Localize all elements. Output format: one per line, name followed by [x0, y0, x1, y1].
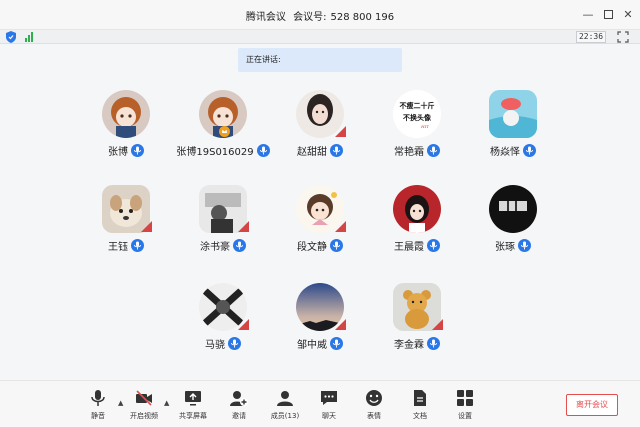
- status-bar: 22:36: [0, 30, 640, 44]
- share-screen-button[interactable]: 共享屏幕: [173, 389, 213, 421]
- avatar-text-line3: HIT: [420, 124, 429, 129]
- avatar: [489, 185, 537, 233]
- microphone-icon[interactable]: [330, 239, 343, 252]
- meeting-clock: 22:36: [576, 31, 606, 43]
- start-video-label: 开启视频: [130, 412, 158, 420]
- tag-icon: [432, 319, 443, 330]
- invite-button[interactable]: 邀请: [219, 389, 259, 421]
- speaking-banner: 正在讲话:: [238, 48, 402, 72]
- close-icon[interactable]: ✕: [620, 6, 636, 22]
- share-screen-label: 共享屏幕: [179, 412, 207, 420]
- members-icon: [277, 391, 293, 406]
- invite-label: 邀请: [232, 412, 246, 420]
- host-badge-icon: [219, 126, 230, 137]
- avatar: [393, 185, 441, 233]
- members-button[interactable]: 成员(13): [265, 389, 305, 421]
- microphone-icon: [91, 390, 105, 406]
- emoji-icon: [366, 390, 382, 406]
- chat-button[interactable]: 聊天: [309, 389, 349, 421]
- shield-icon[interactable]: [6, 31, 16, 43]
- emoji-button[interactable]: 表情: [354, 389, 394, 421]
- settings-button[interactable]: 设置: [445, 389, 485, 421]
- microphone-icon[interactable]: [427, 337, 440, 350]
- chat-icon: [321, 391, 337, 405]
- microphone-icon[interactable]: [131, 144, 144, 157]
- microphone-icon[interactable]: [131, 239, 144, 252]
- minimize-icon[interactable]: —: [580, 6, 596, 22]
- microphone-icon[interactable]: [523, 144, 536, 157]
- avatar: [102, 90, 150, 138]
- video-off-icon: [136, 390, 152, 406]
- participant-name: 张琢: [453, 238, 573, 253]
- meeting-toolbar: 静音 ▲ 开启视频 ▲ 共享屏幕 邀请 成员(13) 聊天 表情 文档 设置: [0, 380, 640, 427]
- speaking-label: 正在讲话:: [246, 55, 281, 64]
- share-screen-icon: [185, 391, 201, 406]
- settings-grid-icon: [457, 390, 473, 406]
- tag-icon: [141, 221, 152, 232]
- meeting-id: 528 800 196: [330, 12, 395, 23]
- leave-meeting-button[interactable]: 离开会议: [566, 394, 618, 416]
- participant-name: 李金霖: [357, 336, 477, 351]
- participant-tile[interactable]: 杨焱怿: [453, 90, 573, 170]
- mute-label: 静音: [91, 412, 105, 420]
- microphone-icon[interactable]: [228, 337, 241, 350]
- document-icon: [414, 390, 426, 406]
- fullscreen-icon[interactable]: [617, 31, 629, 43]
- avatar: 不瘦二十斤 不换头像 HIT: [393, 90, 441, 138]
- participant-name: 杨焱怿: [453, 143, 573, 158]
- signal-icon[interactable]: [25, 32, 33, 42]
- settings-label: 设置: [458, 412, 472, 420]
- members-label: 成员(13): [270, 412, 300, 420]
- start-video-button[interactable]: 开启视频: [124, 389, 164, 421]
- window-title: 腾讯会议 会议号: 528 800 196: [0, 8, 640, 23]
- title-bar: 腾讯会议 会议号: 528 800 196 — ✕: [0, 0, 640, 30]
- avatar: [489, 90, 537, 138]
- tag-icon: [238, 221, 249, 232]
- microphone-icon[interactable]: [330, 144, 343, 157]
- emoji-label: 表情: [367, 412, 381, 420]
- meeting-id-label: 会议号:: [293, 12, 327, 23]
- microphone-icon[interactable]: [427, 144, 440, 157]
- documents-label: 文档: [413, 412, 427, 420]
- microphone-icon[interactable]: [427, 239, 440, 252]
- tag-icon: [335, 221, 346, 232]
- tag-icon: [238, 319, 249, 330]
- chat-label: 聊天: [322, 412, 336, 420]
- mute-options-chevron-icon[interactable]: ▲: [118, 399, 123, 407]
- avatar-text-line1: 不瘦二十斤: [400, 101, 435, 110]
- avatar-text-line2: 不换头像: [403, 113, 432, 122]
- video-options-chevron-icon[interactable]: ▲: [164, 399, 169, 407]
- maximize-icon[interactable]: [600, 6, 616, 22]
- participant-tile[interactable]: 张琢: [453, 185, 573, 265]
- microphone-icon[interactable]: [518, 239, 531, 252]
- add-user-icon: [230, 391, 248, 406]
- mute-button[interactable]: 静音: [78, 389, 118, 421]
- documents-button[interactable]: 文档: [400, 389, 440, 421]
- app-name: 腾讯会议: [245, 12, 286, 23]
- microphone-icon[interactable]: [233, 239, 246, 252]
- tag-icon: [335, 126, 346, 137]
- participant-tile[interactable]: 李金霖: [357, 283, 477, 363]
- microphone-icon[interactable]: [330, 337, 343, 350]
- tag-icon: [335, 319, 346, 330]
